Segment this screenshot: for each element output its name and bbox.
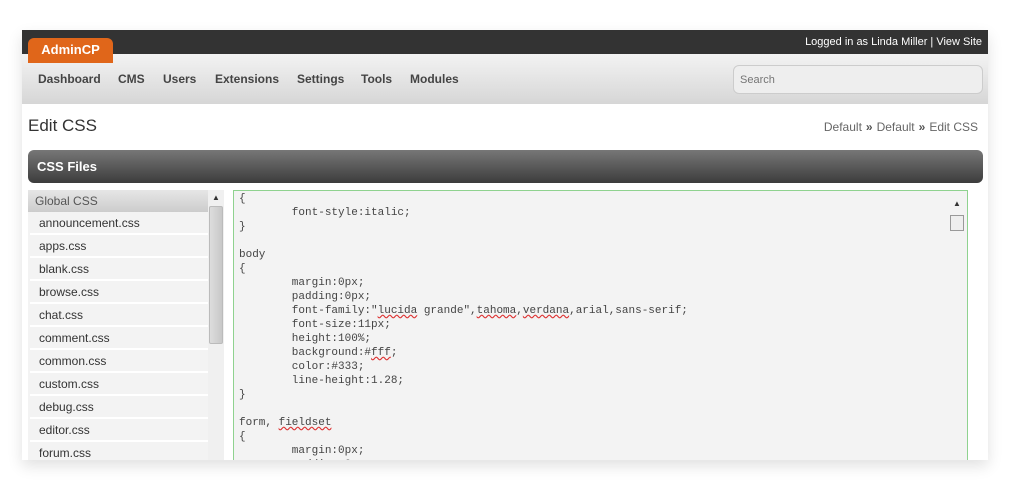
breadcrumb-item[interactable]: Default: [877, 120, 915, 134]
code-line: margin:0px;: [239, 277, 365, 289]
file-item[interactable]: custom.css: [30, 373, 210, 396]
code-line: font-style:italic;: [239, 207, 411, 219]
code-line: }: [239, 221, 246, 233]
file-item[interactable]: common.css: [30, 350, 210, 373]
nav-extensions[interactable]: Extensions: [215, 72, 279, 86]
user-info[interactable]: Logged in as Linda Miller | View Site: [805, 36, 982, 48]
scroll-up-icon[interactable]: ▲: [212, 193, 220, 202]
file-item[interactable]: chat.css: [30, 304, 210, 327]
nav-settings[interactable]: Settings: [297, 72, 344, 86]
css-editor[interactable]: { font-style:italic;} body{ margin:0px; …: [233, 190, 968, 460]
code-line: background:#fff;: [239, 347, 398, 359]
code-text[interactable]: { font-style:italic;} body{ margin:0px; …: [234, 191, 967, 460]
nav-users[interactable]: Users: [163, 72, 196, 86]
search-input[interactable]: [733, 65, 983, 94]
file-item[interactable]: comment.css: [30, 327, 210, 350]
code-line: {: [239, 263, 246, 275]
css-file-list: Global CSS announcement.css apps.css blank…: [28, 190, 224, 460]
code-line: line-height:1.28;: [239, 375, 405, 387]
file-item[interactable]: announcement.css: [30, 212, 210, 235]
breadcrumb: Default» Default» Edit CSS: [823, 120, 978, 134]
file-item[interactable]: forum.css: [30, 442, 210, 460]
code-line: {: [239, 431, 246, 443]
admincp-logo[interactable]: AdminCP: [28, 38, 113, 63]
code-line: font-size:11px;: [239, 319, 391, 331]
file-item[interactable]: browse.css: [30, 281, 210, 304]
scrollbar-thumb[interactable]: [209, 206, 223, 344]
code-line: padding:0px;: [239, 291, 372, 303]
scroll-up-icon[interactable]: ▲: [953, 199, 961, 208]
code-line: }: [239, 389, 246, 401]
top-bar: Logged in as Linda Miller | View Site: [22, 30, 988, 54]
file-item[interactable]: blank.css: [30, 258, 210, 281]
code-line: color:#333;: [239, 361, 365, 373]
admin-window: Logged in as Linda Miller | View Site Ad…: [22, 30, 988, 460]
file-item[interactable]: editor.css: [30, 419, 210, 442]
editor-scrollbar[interactable]: ▲: [949, 193, 965, 460]
code-line: form, fieldset: [239, 417, 332, 429]
breadcrumb-item: Edit CSS: [929, 120, 978, 134]
file-item[interactable]: apps.css: [30, 235, 210, 258]
file-item[interactable]: debug.css: [30, 396, 210, 419]
scrollbar-thumb[interactable]: [950, 215, 964, 231]
code-line: body: [239, 249, 266, 261]
file-list-scrollbar[interactable]: ▲: [208, 190, 224, 460]
code-line: {: [239, 193, 246, 205]
main-nav: Dashboard CMS Users Extensions Settings …: [22, 54, 988, 104]
nav-tools[interactable]: Tools: [361, 72, 392, 86]
nav-modules[interactable]: Modules: [410, 72, 459, 86]
breadcrumb-item[interactable]: Default: [824, 120, 862, 134]
file-group-header[interactable]: Global CSS: [28, 190, 208, 212]
page-title: Edit CSS: [28, 116, 97, 135]
code-line: margin:0px;: [239, 445, 365, 457]
code-line: padding:0px;: [239, 458, 962, 460]
nav-cms[interactable]: CMS: [118, 72, 145, 86]
nav-dashboard[interactable]: Dashboard: [38, 72, 101, 86]
code-line: font-family:"lucida grande",tahoma,verda…: [239, 305, 688, 317]
panel-header: CSS Files: [28, 150, 983, 183]
code-line: height:100%;: [239, 333, 372, 345]
